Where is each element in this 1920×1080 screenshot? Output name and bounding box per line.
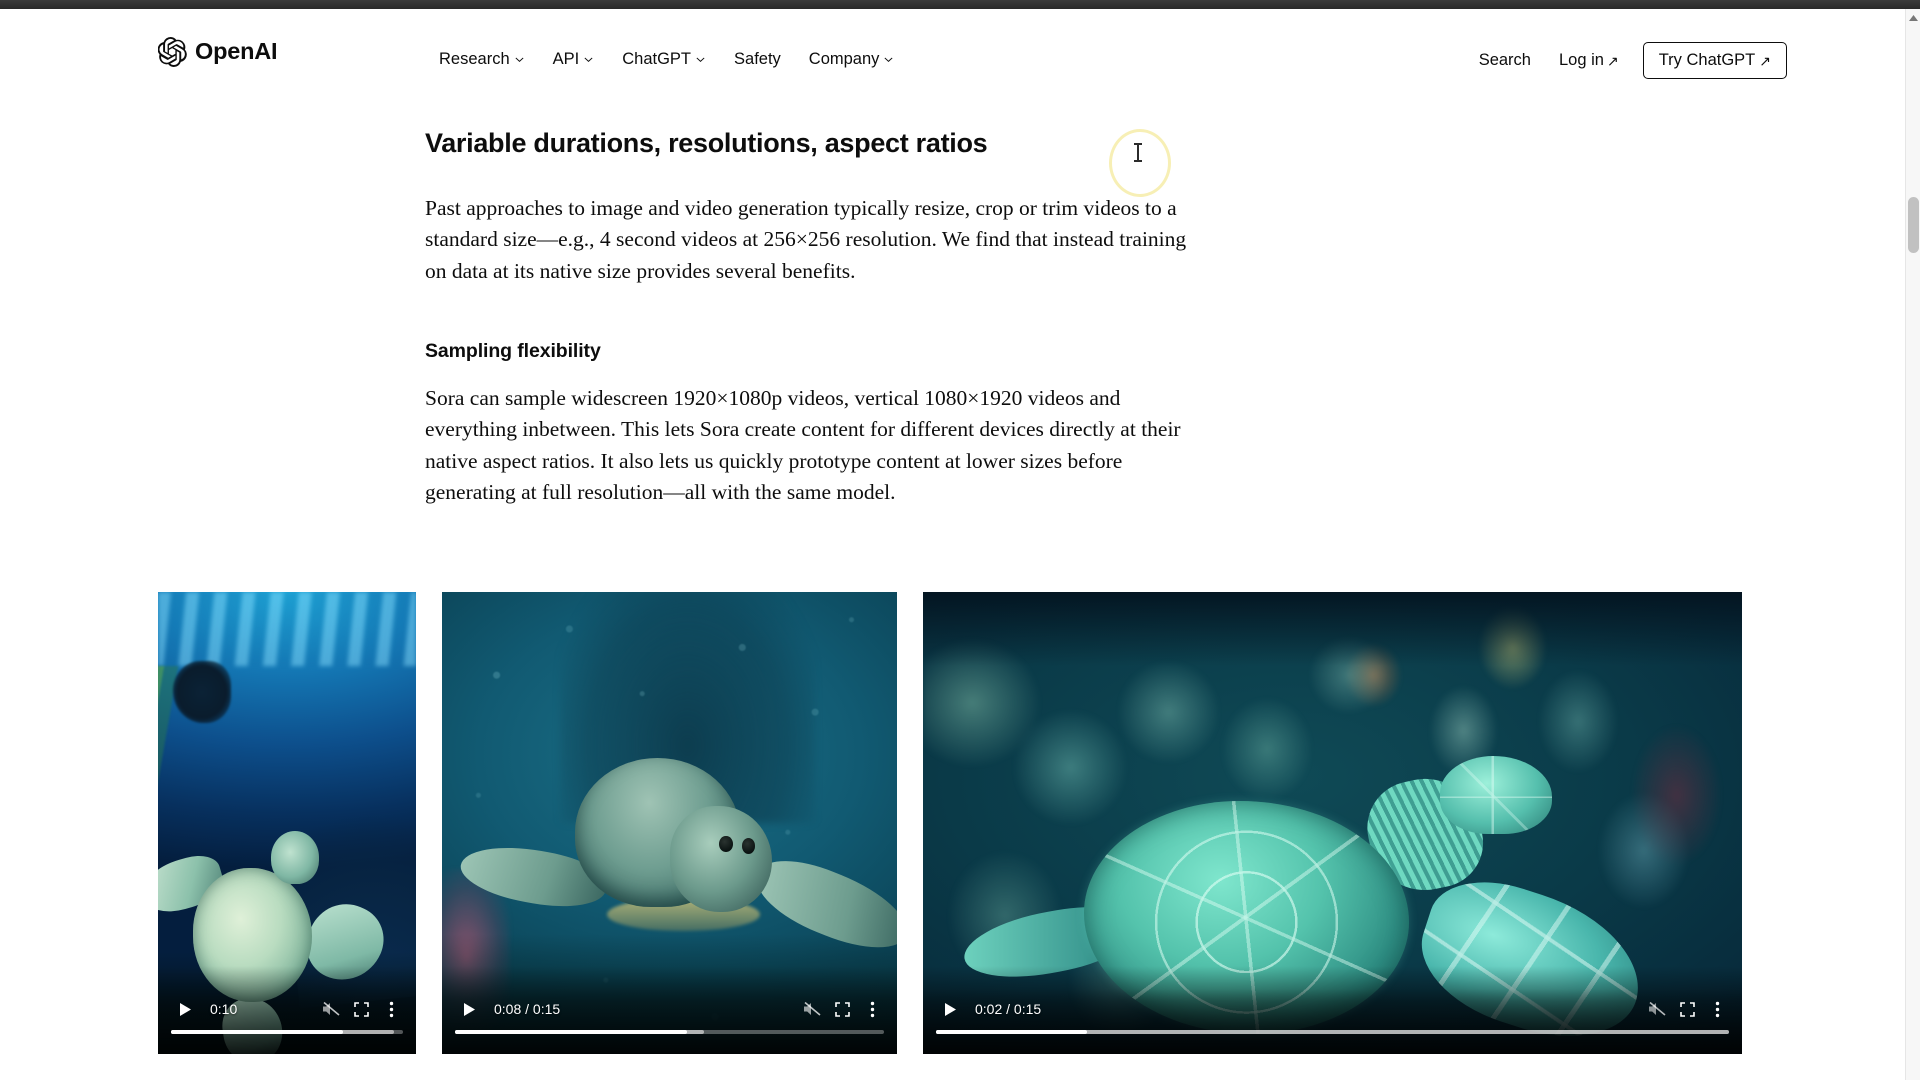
page-scrollbar[interactable]: [1905, 9, 1920, 1080]
nav-actions: Search Log in ↗ Try ChatGPT ↗: [1465, 42, 1787, 79]
nav-item-chatgpt[interactable]: ChatGPT: [608, 47, 720, 72]
video-gallery: 0:10 0:08 / 0:15 0:02 / 0:15: [158, 592, 1742, 1054]
vertical-video-player[interactable]: 0:10: [158, 592, 416, 1054]
nav-menu: Research API ChatGPT Safety Company: [425, 47, 908, 72]
intro-paragraph: Past approaches to image and video gener…: [425, 195, 1187, 283]
openai-logo-icon: [158, 37, 187, 67]
scrollbar-thumb[interactable]: [1908, 197, 1919, 253]
square-video-controls: 0:08 / 0:15: [442, 994, 897, 1024]
nav-item-api[interactable]: API: [539, 47, 609, 72]
search-button[interactable]: Search: [1465, 46, 1545, 75]
nav-item-chatgpt-label: ChatGPT: [622, 50, 692, 68]
fullscreen-icon[interactable]: [1672, 995, 1702, 1023]
chevron-down-icon: [515, 57, 524, 62]
subsection-title: Sampling flexibility: [425, 339, 601, 362]
login-link[interactable]: Log in ↗: [1545, 46, 1633, 75]
widescreen-video-progress-bar[interactable]: [936, 1030, 1729, 1034]
widescreen-video-controls: 0:02 / 0:15: [923, 994, 1742, 1024]
chevron-down-icon: [696, 57, 705, 62]
openai-logo-text: OpenAI: [195, 38, 278, 65]
chevron-down-icon: [584, 57, 593, 62]
more-options-icon[interactable]: [857, 995, 887, 1023]
sampling-paragraph: Sora can sample widescreen 1920×1080p vi…: [425, 385, 1181, 505]
play-icon[interactable]: [170, 995, 200, 1023]
arrow-up-right-icon: ↗: [1759, 52, 1771, 69]
square-video-frame: [442, 592, 897, 1054]
square-video-time: 0:08 / 0:15: [494, 1001, 561, 1017]
widescreen-video-player[interactable]: 0:02 / 0:15: [923, 592, 1742, 1054]
fullscreen-icon[interactable]: [827, 995, 857, 1023]
more-options-icon[interactable]: [1702, 995, 1732, 1023]
nav-item-company-label: Company: [808, 50, 880, 68]
vertical-video-progress-bar[interactable]: [171, 1030, 403, 1034]
play-icon[interactable]: [454, 995, 484, 1023]
vertical-video-frame: [158, 592, 416, 1054]
scroll-up-arrow-icon[interactable]: [1906, 9, 1920, 26]
section-title: Variable durations, resolutions, aspect …: [425, 128, 988, 158]
site-header-nav: OpenAI Research API ChatGPT Safety Compa…: [0, 9, 1905, 91]
nav-item-safety[interactable]: Safety: [720, 47, 795, 72]
nav-item-safety-label: Safety: [734, 50, 781, 68]
nav-item-company[interactable]: Company: [795, 47, 909, 72]
widescreen-video-frame: [923, 592, 1742, 1054]
square-video-player[interactable]: 0:08 / 0:15: [442, 592, 897, 1054]
article-content: Variable durations, resolutions, aspect …: [425, 127, 1225, 509]
search-label: Search: [1478, 51, 1531, 70]
muted-volume-icon[interactable]: [797, 995, 827, 1023]
try-chatgpt-label: Try ChatGPT: [1658, 51, 1756, 69]
nav-item-research[interactable]: Research: [425, 47, 539, 72]
muted-volume-icon[interactable]: [1642, 995, 1672, 1023]
vertical-video-time: 0:10: [210, 1001, 238, 1017]
chevron-down-icon: [884, 57, 893, 62]
vertical-video-controls: 0:10: [158, 994, 416, 1024]
page-viewport: OpenAI Research API ChatGPT Safety Compa…: [0, 9, 1920, 1080]
nav-item-research-label: Research: [439, 50, 510, 68]
login-label: Log in: [1558, 51, 1604, 70]
muted-volume-icon[interactable]: [316, 995, 346, 1023]
browser-chrome-bar: [0, 0, 1920, 9]
more-options-icon[interactable]: [376, 995, 406, 1023]
square-video-progress-bar[interactable]: [455, 1030, 884, 1034]
text-caret-icon: [1134, 143, 1142, 162]
widescreen-video-time: 0:02 / 0:15: [975, 1001, 1042, 1017]
fullscreen-icon[interactable]: [346, 995, 376, 1023]
arrow-up-right-icon: ↗: [1606, 52, 1619, 69]
try-chatgpt-button[interactable]: Try ChatGPT ↗: [1642, 42, 1787, 79]
nav-item-api-label: API: [552, 50, 580, 68]
play-icon[interactable]: [935, 995, 965, 1023]
openai-logo-link[interactable]: OpenAI: [158, 37, 278, 67]
